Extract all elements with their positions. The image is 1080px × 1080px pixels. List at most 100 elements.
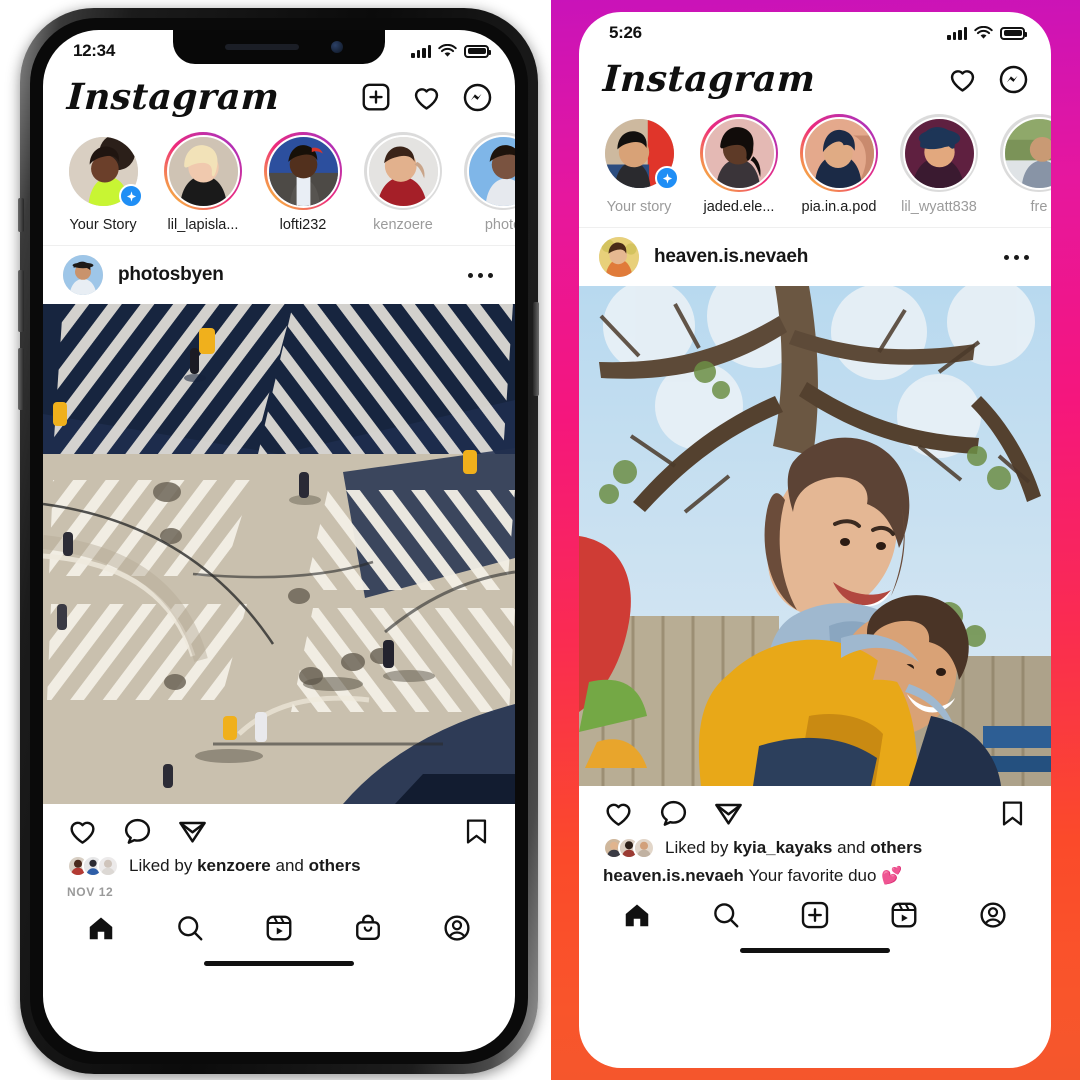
post-author-username[interactable]: heaven.is.nevaeh	[654, 246, 808, 268]
tab-reels[interactable]	[889, 900, 919, 930]
messenger-icon[interactable]	[462, 82, 493, 113]
story-avatar	[166, 134, 240, 208]
tab-shop[interactable]	[353, 913, 383, 943]
signal-bars-icon	[411, 45, 431, 58]
liked-by-username[interactable]: kenzoere	[197, 856, 271, 876]
tab-profile[interactable]	[978, 900, 1008, 930]
messenger-icon[interactable]	[998, 64, 1029, 95]
right-post-actions	[579, 786, 1051, 833]
story-item[interactable]: pia.in.a.pod	[797, 114, 881, 215]
story-item[interactable]: Your story	[597, 114, 681, 215]
right-stories-tray[interactable]: Your story jaded.ele... pia.in.a.pod lil…	[579, 110, 1051, 225]
volume-down-button[interactable]	[18, 348, 24, 410]
right-phone-screen: 5:26 Instagram Your story jaded.ele... p…	[579, 12, 1051, 1068]
instagram-wordmark[interactable]: Instagram	[602, 58, 817, 100]
avatar-image	[368, 136, 438, 206]
story-item[interactable]: kenzoere	[361, 132, 445, 233]
story-label: lofti232	[279, 217, 327, 233]
story-ring-seen[interactable]	[364, 132, 442, 210]
story-item[interactable]: Your Story	[61, 132, 145, 233]
story-ring-seen[interactable]	[1000, 114, 1051, 192]
left-stories-tray[interactable]: Your Story lil_lapisla... lofti232 kenzo…	[43, 128, 515, 243]
post-image-crosswalk[interactable]	[43, 304, 515, 804]
status-time: 5:26	[609, 23, 642, 42]
liked-by-and: and	[275, 856, 304, 875]
tab-search[interactable]	[175, 913, 205, 943]
avatar-image	[168, 136, 238, 206]
story-label: lil_lapisla...	[167, 217, 239, 233]
like-icon[interactable]	[67, 816, 98, 847]
like-icon[interactable]	[603, 798, 634, 829]
add-story-badge[interactable]	[119, 184, 143, 208]
tab-search[interactable]	[711, 900, 741, 930]
battery-full-icon	[464, 44, 491, 58]
post-image-piggyback[interactable]	[579, 286, 1051, 786]
story-ring-unseen[interactable]	[164, 132, 242, 210]
status-indicators	[947, 26, 1027, 40]
story-ring-seen[interactable]	[464, 132, 515, 210]
right-liked-by: Liked by kyia_kayaks and others	[579, 833, 1051, 859]
right-phone-mockup: 5:26 Instagram Your story jaded.ele... p…	[551, 0, 1080, 1080]
tab-reels[interactable]	[264, 913, 294, 943]
primary-actions	[67, 816, 208, 847]
story-item[interactable]: lofti232	[261, 132, 345, 233]
avatar-image	[904, 118, 974, 188]
post-author-username[interactable]: photosbyen	[118, 264, 224, 286]
story-avatar	[466, 134, 515, 208]
home-indicator[interactable]	[740, 948, 890, 954]
story-ring-your-story[interactable]	[64, 132, 143, 210]
story-ring-unseen[interactable]	[264, 132, 342, 210]
post-author-avatar[interactable]	[63, 255, 103, 295]
story-item[interactable]: lil_lapisla...	[161, 132, 245, 233]
story-label: photo	[484, 217, 515, 233]
add-story-badge[interactable]	[655, 166, 679, 190]
post-options-icon[interactable]	[468, 272, 493, 278]
silent-switch[interactable]	[18, 198, 24, 232]
post-caption: heaven.is.nevaeh Your favorite duo 💕	[579, 859, 1051, 886]
liked-by-others[interactable]: others	[309, 856, 361, 876]
activity-heart-icon[interactable]	[411, 82, 442, 113]
volume-up-button[interactable]	[18, 270, 24, 332]
story-item[interactable]: jaded.ele...	[697, 114, 781, 215]
post-options-icon[interactable]	[1004, 254, 1029, 260]
right-app-header: Instagram	[579, 54, 1051, 110]
tab-home[interactable]	[86, 913, 116, 943]
story-ring-unseen[interactable]	[700, 114, 778, 192]
liked-by-username[interactable]: kyia_kayaks	[733, 838, 832, 858]
tab-home[interactable]	[622, 900, 652, 930]
story-ring-your-story[interactable]	[600, 114, 679, 192]
story-label: kenzoere	[373, 217, 433, 233]
primary-actions	[603, 798, 744, 829]
signal-bars-icon	[947, 27, 967, 40]
save-icon[interactable]	[998, 799, 1027, 828]
new-post-icon[interactable]	[361, 82, 391, 112]
story-label: Your Story	[69, 217, 137, 233]
comment-icon[interactable]	[122, 816, 153, 847]
instagram-wordmark[interactable]: Instagram	[66, 76, 281, 118]
avatar	[97, 855, 119, 877]
save-icon[interactable]	[462, 817, 491, 846]
left-liked-by: Liked by kenzoere and others	[43, 851, 515, 877]
story-avatar	[366, 134, 440, 208]
sparkle-plus-icon	[662, 172, 672, 184]
share-icon[interactable]	[177, 816, 208, 847]
avatar-image	[599, 237, 639, 277]
tab-profile[interactable]	[442, 913, 472, 943]
story-ring-unseen[interactable]	[800, 114, 878, 192]
liked-by-avatars	[67, 855, 119, 877]
story-item[interactable]: lil_wyatt838	[897, 114, 981, 215]
tab-create[interactable]	[800, 900, 830, 930]
story-ring-seen[interactable]	[900, 114, 978, 192]
caption-username[interactable]: heaven.is.nevaeh	[603, 866, 744, 885]
comment-icon[interactable]	[658, 798, 689, 829]
post-author-avatar[interactable]	[599, 237, 639, 277]
activity-heart-icon[interactable]	[947, 64, 978, 95]
power-button[interactable]	[533, 302, 539, 396]
story-item[interactable]: photo	[461, 132, 515, 233]
story-item[interactable]: fre	[997, 114, 1051, 215]
liked-by-and: and	[837, 838, 866, 857]
share-icon[interactable]	[713, 798, 744, 829]
home-indicator[interactable]	[204, 961, 354, 966]
liked-by-prefix: Liked by	[665, 838, 729, 857]
liked-by-others[interactable]: others	[870, 838, 922, 858]
